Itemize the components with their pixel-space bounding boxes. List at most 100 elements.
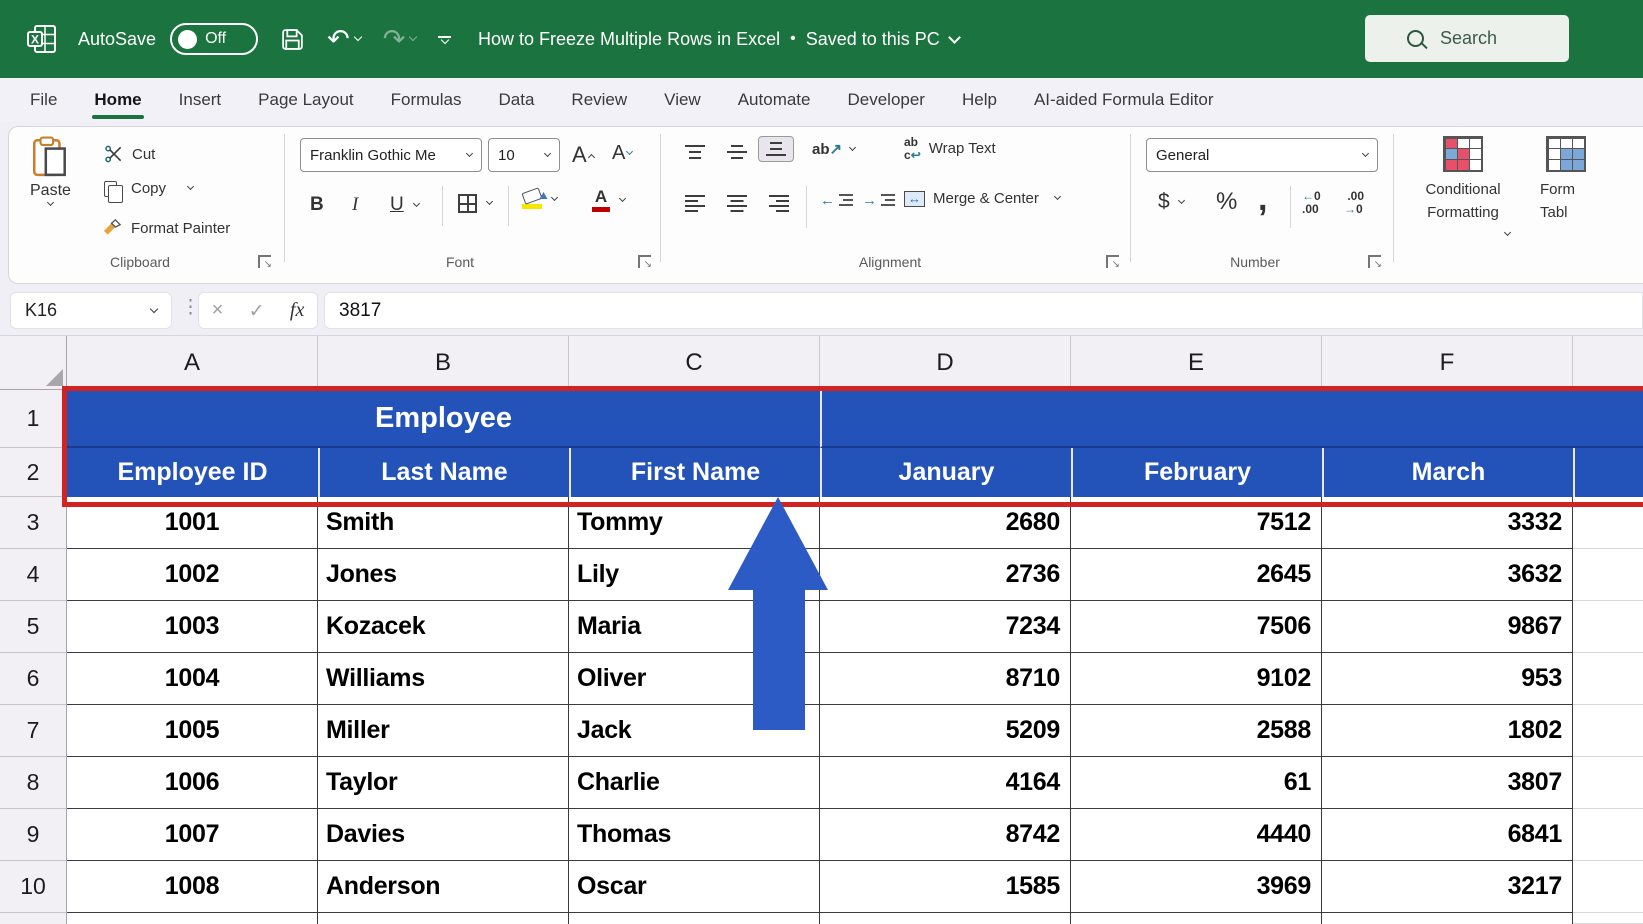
cell[interactable]: Oliver [569, 653, 820, 705]
cell[interactable]: 1004 [67, 653, 318, 705]
row-header-11[interactable] [0, 913, 67, 924]
cell[interactable]: 5209 [820, 705, 1071, 757]
wrap-text-button[interactable]: abc↩ Wrap Text [904, 136, 996, 161]
cell[interactable]: 7234 [820, 601, 1071, 653]
tab-data[interactable]: Data [499, 78, 535, 122]
row-header-9[interactable]: 9 [0, 809, 67, 861]
cell[interactable]: 2680 [820, 497, 1071, 549]
cut-button[interactable]: Cut [104, 144, 155, 164]
cell[interactable]: Miller [318, 705, 569, 757]
orientation-button[interactable]: ab↗ [812, 140, 855, 158]
column-header-f[interactable]: F [1322, 336, 1573, 390]
align-left-button[interactable] [676, 188, 713, 217]
bold-button[interactable]: B [310, 194, 324, 216]
cell[interactable]: 1008 [67, 861, 318, 913]
tab-developer[interactable]: Developer [847, 78, 925, 122]
cell-header-extension[interactable] [1573, 448, 1643, 497]
font-dialog-launcher-icon[interactable] [638, 255, 651, 268]
italic-button[interactable]: I [352, 194, 358, 216]
cell-empty[interactable] [1573, 757, 1643, 809]
cell-header[interactable]: Employee ID [67, 448, 318, 497]
tab-automate[interactable]: Automate [738, 78, 811, 122]
tab-page-layout[interactable]: Page Layout [258, 78, 353, 122]
column-header-c[interactable]: C [569, 336, 820, 390]
cell[interactable]: Lily [569, 549, 820, 601]
cell[interactable]: 7512 [1071, 497, 1322, 549]
column-header-e[interactable]: E [1071, 336, 1322, 390]
undo-button[interactable]: ↶ [327, 26, 361, 53]
cell[interactable]: Anderson [318, 861, 569, 913]
number-format-select[interactable]: General [1146, 138, 1378, 172]
increase-font-size-button[interactable]: A [572, 142, 594, 168]
cell-empty[interactable] [1573, 601, 1643, 653]
insert-function-button[interactable]: fx [290, 299, 304, 322]
font-color-button[interactable]: A [592, 188, 625, 212]
enter-button[interactable]: ✓ [249, 300, 265, 322]
cell[interactable]: Williams [318, 653, 569, 705]
formula-input[interactable]: 3817 [324, 292, 1643, 329]
number-dialog-launcher-icon[interactable] [1368, 255, 1381, 268]
decrease-indent-button[interactable]: ← [820, 192, 854, 209]
cell[interactable]: Oscar [569, 861, 820, 913]
row-header-2[interactable]: 2 [0, 448, 67, 497]
cell[interactable]: 61 [1071, 757, 1322, 809]
cell[interactable]: 3807 [1322, 757, 1573, 809]
search-box[interactable]: Search [1365, 15, 1569, 62]
tab-formulas[interactable]: Formulas [391, 78, 462, 122]
cell[interactable]: 3217 [1322, 861, 1573, 913]
cell-header[interactable]: February [1071, 448, 1322, 497]
row-header-6[interactable]: 6 [0, 653, 67, 705]
cell[interactable] [1322, 913, 1573, 924]
tab-home[interactable]: Home [94, 78, 141, 122]
clipboard-dialog-launcher-icon[interactable] [258, 255, 271, 268]
cell[interactable] [820, 913, 1071, 924]
cell-header[interactable]: March [1322, 448, 1573, 497]
cell-header[interactable]: First Name [569, 448, 820, 497]
cell[interactable]: 1005 [67, 705, 318, 757]
merge-center-button[interactable]: ↔ Merge & Center [904, 190, 1060, 207]
cell-empty[interactable] [1573, 653, 1643, 705]
tab-help[interactable]: Help [962, 78, 997, 122]
cell[interactable]: Tommy [569, 497, 820, 549]
row-header-1[interactable]: 1 [0, 390, 67, 448]
column-header-a[interactable]: A [67, 336, 318, 390]
cell-header[interactable]: January [820, 448, 1071, 497]
save-button[interactable] [280, 27, 305, 52]
cell[interactable]: Maria [569, 601, 820, 653]
cell[interactable] [318, 913, 569, 924]
row-header-10[interactable]: 10 [0, 861, 67, 913]
cell[interactable]: 3332 [1322, 497, 1573, 549]
cell[interactable]: Kozacek [318, 601, 569, 653]
excel-logo-icon[interactable]: X [26, 23, 58, 55]
cell[interactable]: Charlie [569, 757, 820, 809]
cell[interactable]: 1007 [67, 809, 318, 861]
cell[interactable] [569, 913, 820, 924]
cell-empty[interactable] [1573, 705, 1643, 757]
cell[interactable]: 1006 [67, 757, 318, 809]
decrease-font-size-button[interactable]: A [612, 142, 632, 165]
cell[interactable]: 1002 [67, 549, 318, 601]
decrease-decimal-button[interactable]: .00→0 [1344, 190, 1364, 215]
select-all-corner[interactable] [0, 336, 67, 390]
cell[interactable]: Davies [318, 809, 569, 861]
column-header-d[interactable]: D [820, 336, 1071, 390]
cell[interactable]: Jones [318, 549, 569, 601]
cell[interactable]: 8742 [820, 809, 1071, 861]
cell[interactable]: 3632 [1322, 549, 1573, 601]
cell[interactable]: 6841 [1322, 809, 1573, 861]
cell-header[interactable]: Last Name [318, 448, 569, 497]
tab-ai-formula-editor[interactable]: AI-aided Formula Editor [1034, 78, 1214, 122]
row-header-7[interactable]: 7 [0, 705, 67, 757]
borders-button[interactable] [458, 194, 492, 213]
cell[interactable]: 2736 [820, 549, 1071, 601]
align-top-button[interactable] [676, 138, 713, 165]
comma-format-button[interactable]: , [1258, 180, 1267, 219]
cell-title-extension[interactable] [820, 390, 1643, 448]
cell-empty[interactable] [1573, 549, 1643, 601]
tab-insert[interactable]: Insert [179, 78, 222, 122]
row-header-3[interactable]: 3 [0, 497, 67, 549]
increase-indent-button[interactable]: → [862, 192, 896, 209]
cell[interactable]: 1001 [67, 497, 318, 549]
document-title[interactable]: How to Freeze Multiple Rows in Excel • S… [478, 0, 959, 78]
font-size-select[interactable]: 10 [488, 138, 560, 172]
